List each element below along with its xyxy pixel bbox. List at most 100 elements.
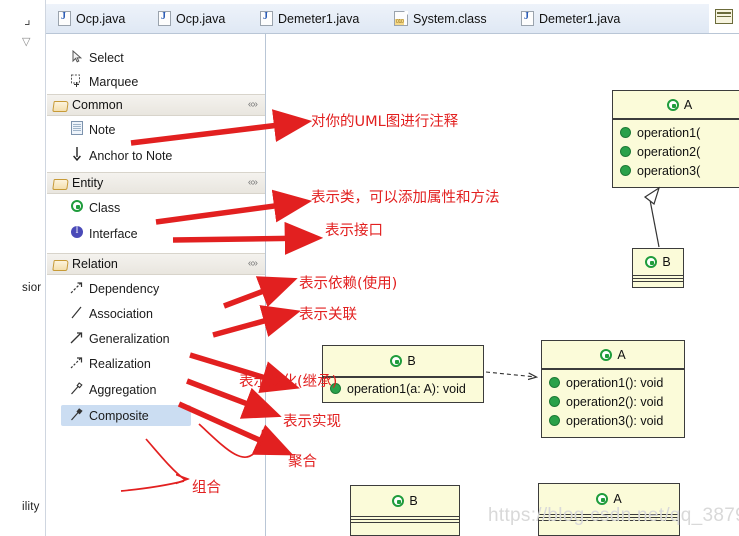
- uml-class-name: A: [683, 97, 693, 112]
- operation-label: operation2(): void: [566, 394, 664, 409]
- restore-panel-icon[interactable]: ⌟: [24, 12, 31, 26]
- palette-section-title: Entity: [72, 176, 104, 190]
- tab-system-class[interactable]: System.class: [386, 5, 522, 32]
- uml-class-name: B: [407, 354, 416, 368]
- eclipse-uml-editor-window: ⌟ ▽ sior ility Ocp.java Ocp.java Demeter…: [0, 0, 739, 536]
- palette-item-label: Aggregation: [89, 382, 157, 397]
- folder-icon: [53, 178, 67, 189]
- java-file-icon: [260, 11, 273, 26]
- strip-divider: [45, 0, 46, 536]
- palette-section-title: Relation: [72, 257, 118, 271]
- class-green-icon: [390, 355, 403, 367]
- tab-label: Ocp.java: [76, 11, 126, 26]
- operation-visibility-icon: [620, 127, 631, 138]
- editor-tab-bar: Ocp.java Ocp.java Demeter1.java System.c…: [46, 0, 739, 34]
- annotation-note: 对你的UML图进行注释: [311, 114, 459, 130]
- java-file-icon: [58, 11, 71, 26]
- tab-ocp-java-2[interactable]: Ocp.java: [150, 5, 258, 32]
- uml-operations-list: operation1( operation2( operation3(: [613, 120, 739, 183]
- uml-operation: operation1(a: A): void: [323, 379, 483, 398]
- plain-line-icon: [69, 306, 85, 322]
- annotation-interface: 表示接口: [325, 223, 383, 239]
- operation-label: operation1(a: A): void: [347, 381, 466, 396]
- palette-section-entity[interactable]: Entity «»: [47, 172, 265, 194]
- palette-tool-select[interactable]: Select: [47, 46, 287, 69]
- uml-palette-panel: Select Marquee Common «» Note Anchor to …: [47, 34, 266, 536]
- uml-class-b-middle[interactable]: B operation1(a: A): void: [322, 345, 484, 403]
- palette-item-label: Association: [89, 306, 153, 321]
- watermark-url: https://blog.csdn.net/qq_38790600: [488, 505, 739, 526]
- palette-item-label: Class: [89, 200, 121, 215]
- palette-item-class[interactable]: Class: [47, 196, 287, 219]
- java-file-icon: [521, 11, 534, 26]
- palette-item-note[interactable]: Note: [47, 118, 287, 141]
- palette-section-common[interactable]: Common «»: [47, 94, 265, 116]
- annotation-realization: 表示实现: [283, 414, 341, 430]
- operation-label: operation1(): void: [566, 375, 664, 390]
- operation-visibility-icon: [549, 415, 560, 426]
- filled-diamond-icon: [69, 407, 85, 424]
- folder-icon: [53, 259, 67, 270]
- uml-class-name: A: [617, 347, 626, 362]
- strip-text-fragment-1: ility: [22, 501, 40, 513]
- tab-label: Demeter1.java: [539, 11, 621, 26]
- uml-class-title: B: [323, 346, 483, 378]
- palette-section-relation[interactable]: Relation «»: [47, 253, 265, 275]
- palette-item-label: Dependency: [89, 281, 160, 296]
- note-icon: [69, 121, 85, 138]
- palette-tool-marquee[interactable]: Marquee: [47, 70, 287, 93]
- tab-demeter1-java-1[interactable]: Demeter1.java: [252, 5, 390, 32]
- uml-class-a-top[interactable]: A operation1( operation2( operation3(: [612, 90, 739, 188]
- uml-class-b-bottom[interactable]: B: [350, 485, 460, 536]
- operation-label: operation2(: [637, 144, 701, 159]
- annotation-dependency: 表示依赖(使用): [299, 276, 398, 292]
- hollow-diamond-icon: [69, 381, 85, 398]
- class-green-icon: [596, 493, 609, 505]
- tab-ocp-java-1[interactable]: Ocp.java: [50, 5, 158, 32]
- folder-icon: [53, 100, 67, 111]
- palette-item-anchor-to-note[interactable]: Anchor to Note: [47, 144, 287, 167]
- collapse-icon[interactable]: «»: [248, 99, 258, 110]
- tab-label: Demeter1.java: [278, 11, 360, 26]
- tab-list-menu-icon[interactable]: [715, 9, 733, 24]
- class-green-icon: [392, 495, 405, 507]
- dashed-hollow-arrow-icon: [69, 356, 85, 372]
- annotation-association: 表示关联: [299, 307, 357, 323]
- annotation-aggregation: 聚合: [288, 454, 317, 470]
- class-green-icon: [600, 348, 613, 361]
- palette-item-generalization[interactable]: Generalization: [47, 327, 287, 350]
- palette-item-label: Generalization: [89, 331, 170, 346]
- operation-visibility-icon: [620, 165, 631, 176]
- annotation-generalization: 表示泛化(继承): [239, 374, 338, 390]
- operation-label: operation3(): void: [566, 413, 664, 428]
- tab-demeter1-java-2[interactable]: Demeter1.java: [513, 5, 651, 32]
- left-collapsed-strip: ⌟ ▽ sior ility: [0, 0, 46, 536]
- uml-operation: operation3(): void: [542, 411, 684, 430]
- collapse-icon[interactable]: «»: [248, 258, 258, 269]
- uml-class-title: B: [351, 486, 459, 516]
- uml-class-name: B: [409, 494, 418, 508]
- uml-class-title: B: [633, 249, 683, 275]
- collapse-icon[interactable]: «»: [248, 177, 258, 188]
- class-file-icon: [394, 11, 408, 26]
- operation-visibility-icon: [620, 146, 631, 157]
- operation-label: operation3(: [637, 163, 701, 178]
- uml-class-b-top[interactable]: B: [632, 248, 684, 288]
- palette-section-title: Common: [72, 98, 123, 112]
- palette-item-dependency[interactable]: Dependency: [47, 277, 287, 300]
- tab-label: System.class: [413, 11, 487, 26]
- down-arrow-icon: [69, 147, 85, 164]
- palette-item-composite[interactable]: Composite: [47, 404, 287, 427]
- uml-empty-compartment: [633, 275, 683, 283]
- palette-tool-label: Marquee: [89, 74, 139, 89]
- dashed-arrow-icon: [69, 281, 85, 297]
- uml-class-name: A: [613, 492, 622, 506]
- palette-item-label: Interface: [89, 226, 138, 241]
- chevron-down-icon[interactable]: ▽: [22, 37, 30, 48]
- uml-class-a-middle[interactable]: A operation1(): void operation2(): void …: [541, 340, 685, 438]
- palette-tool-label: Select: [89, 50, 124, 65]
- palette-item-interface[interactable]: Interface: [47, 222, 287, 245]
- palette-item-association[interactable]: Association: [47, 302, 287, 325]
- marquee-select-icon: [69, 74, 85, 90]
- palette-item-label: Composite: [89, 408, 149, 423]
